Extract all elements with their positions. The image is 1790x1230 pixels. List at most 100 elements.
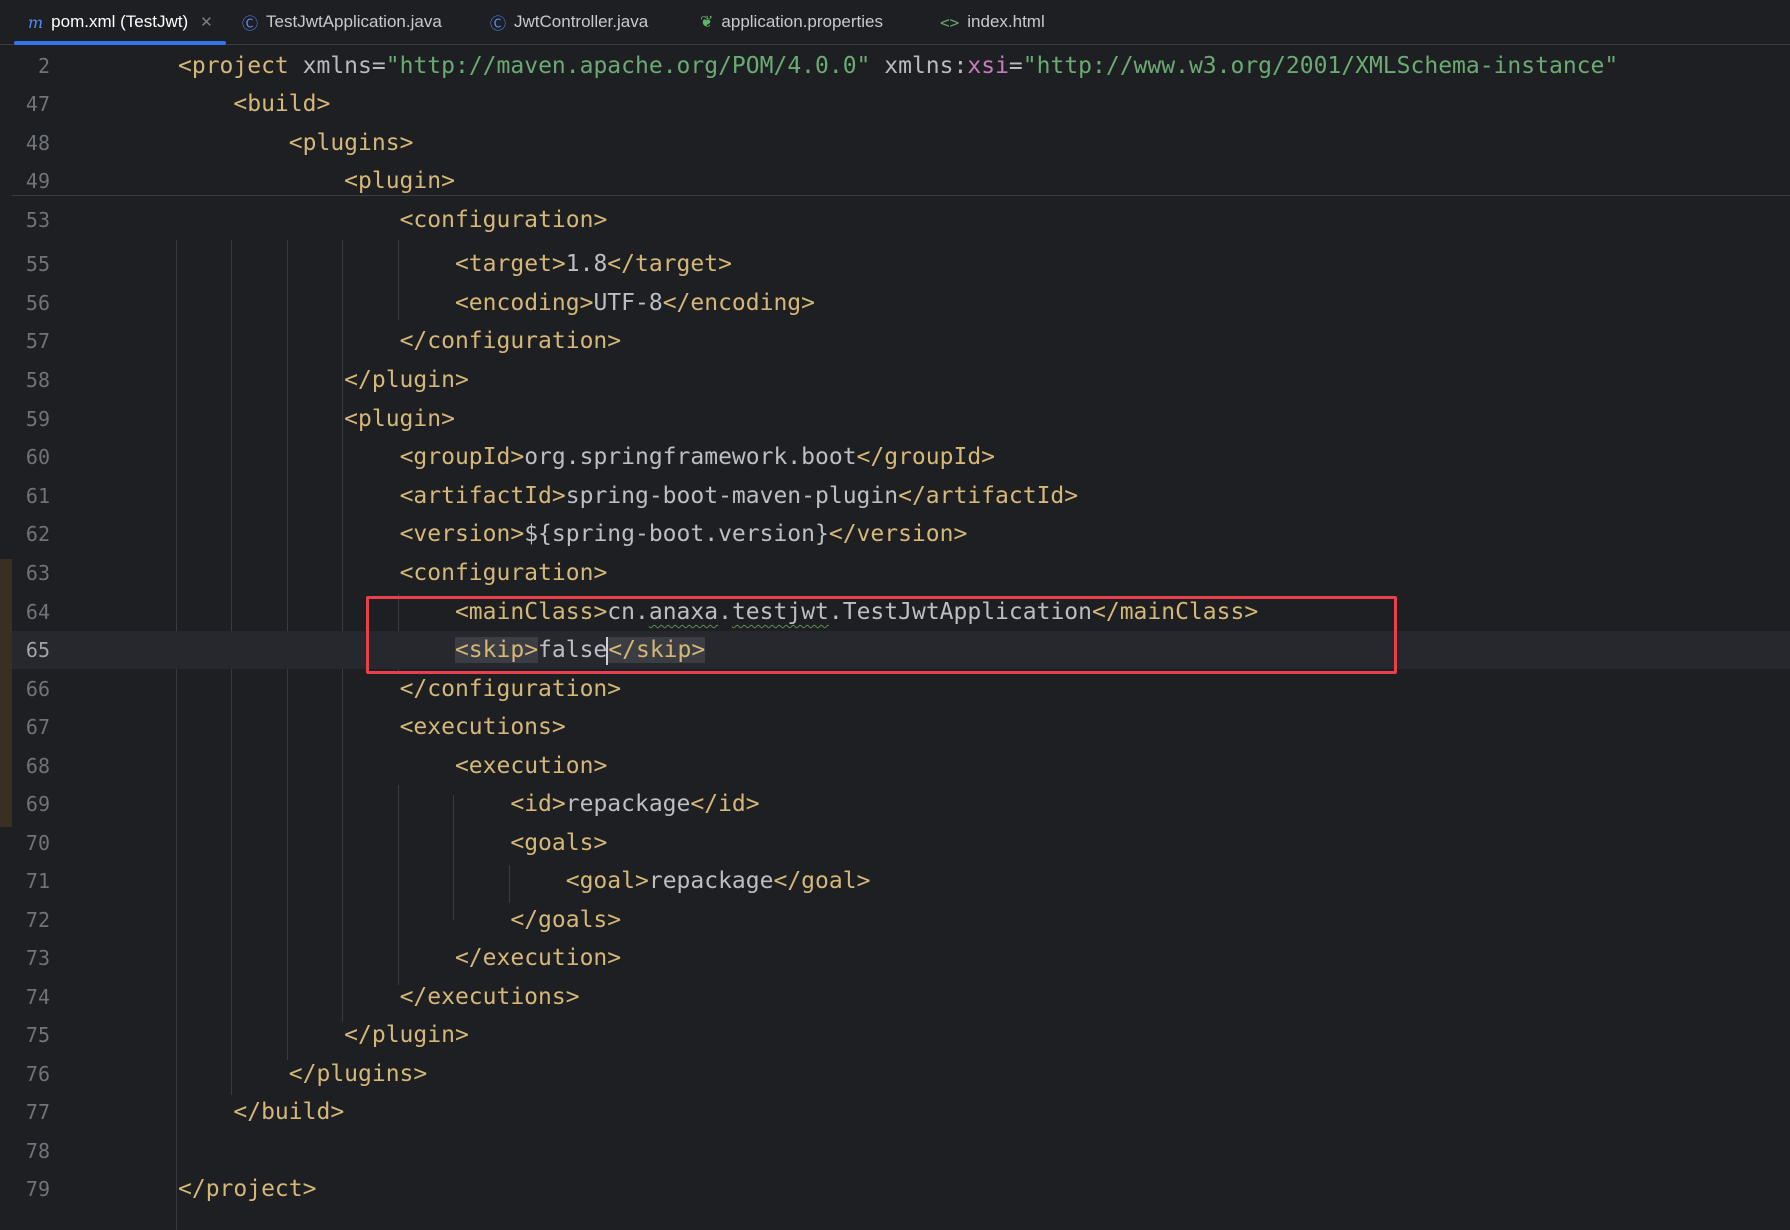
class-c-icon: Ⓒ — [490, 16, 507, 33]
html-tag-icon: <> — [940, 12, 960, 32]
code-line[interactable]: 71 <goal>repackage</goal> — [12, 862, 1790, 900]
code-text: <version>${spring-boot.version}</version… — [399, 521, 968, 547]
tab-pom-xml[interactable]: m pom.xml (TestJwt) ✕ — [28, 0, 213, 44]
line-number: 48 — [25, 131, 50, 155]
vcs-change-marker — [0, 559, 12, 827]
code-line[interactable]: 67 <executions> — [12, 708, 1790, 746]
code-line[interactable]: 56 <encoding>UTF-8</encoding> — [12, 284, 1790, 322]
code-text: <plugin> — [344, 168, 455, 194]
tab-testjwtapplication-java[interactable]: Ⓒ TestJwtApplication.java — [242, 0, 442, 44]
spring-class-icon: Ⓒ — [242, 16, 259, 33]
tab-jwtcontroller-java[interactable]: Ⓒ JwtController.java — [490, 0, 648, 44]
code-text: </plugin> — [344, 367, 469, 393]
line-number: 2 — [37, 54, 50, 78]
code-text: </plugin> — [344, 1022, 469, 1048]
code-text: <id>repackage</id> — [510, 791, 760, 817]
code-text: <plugin> — [344, 406, 455, 432]
code-text: <artifactId>spring-boot-maven-plugin</ar… — [399, 483, 1079, 509]
tab-label: JwtController.java — [514, 12, 649, 31]
code-line[interactable]: 55 <target>1.8</target> — [12, 245, 1790, 283]
line-number: 74 — [25, 985, 50, 1009]
code-text: <project xmlns="http://maven.apache.org/… — [178, 53, 1619, 79]
code-line[interactable]: 74 </executions> — [12, 978, 1790, 1016]
code-text: <target>1.8</target> — [454, 251, 732, 277]
code-text: </goals> — [510, 907, 622, 933]
code-text: </executions> — [399, 984, 580, 1010]
tab-label: pom.xml (TestJwt) — [51, 12, 189, 31]
line-number: 75 — [25, 1023, 50, 1047]
line-number: 76 — [25, 1062, 50, 1086]
code-text: <configuration> — [399, 560, 608, 586]
line-number: 66 — [25, 677, 50, 701]
tab-label: application.properties — [721, 12, 884, 31]
line-number: 57 — [25, 329, 50, 353]
line-number: 65 — [25, 638, 50, 662]
code-text: <build> — [233, 91, 331, 117]
line-number: 69 — [25, 792, 50, 816]
code-line[interactable]: 47 <build> — [12, 85, 1790, 123]
code-line[interactable]: 78 — [12, 1132, 1790, 1170]
code-line[interactable]: 58 </plugin> — [12, 361, 1790, 399]
line-number: 78 — [25, 1139, 50, 1163]
code-line[interactable]: 65 <skip>false</skip> — [12, 631, 1790, 669]
line-number: 64 — [25, 600, 50, 624]
code-line[interactable]: 62 <version>${spring-boot.version}</vers… — [12, 515, 1790, 553]
code-line[interactable]: 53 <configuration> — [12, 201, 1790, 239]
code-line[interactable]: 70 <goals> — [12, 824, 1790, 862]
code-line[interactable]: 61 <artifactId>spring-boot-maven-plugin<… — [12, 477, 1790, 515]
code-text: <executions> — [399, 714, 566, 740]
line-number: 53 — [25, 208, 50, 232]
code-line[interactable]: 60 <groupId>org.springframework.boot</gr… — [12, 438, 1790, 476]
line-number: 62 — [25, 522, 50, 546]
tab-label: index.html — [967, 12, 1045, 31]
code-text: <plugins> — [288, 130, 414, 156]
code-text: <groupId>org.springframework.boot</group… — [399, 444, 996, 470]
line-number: 55 — [25, 252, 50, 276]
line-number: 71 — [25, 869, 50, 893]
code-text: <goal>repackage</goal> — [565, 868, 871, 894]
spring-leaf-icon: ❦ — [700, 14, 714, 31]
line-number: 56 — [25, 291, 50, 315]
code-line[interactable]: 59 <plugin> — [12, 400, 1790, 438]
code-line[interactable]: 72 </goals> — [12, 901, 1790, 939]
code-line[interactable]: 68 <execution> — [12, 747, 1790, 785]
code-line[interactable]: 69 <id>repackage</id> — [12, 785, 1790, 823]
code-text: <mainClass>cn.anaxa.testjwt.TestJwtAppli… — [454, 599, 1259, 625]
code-line[interactable]: 57 </configuration> — [12, 322, 1790, 360]
code-line[interactable]: 73 </execution> — [12, 939, 1790, 977]
maven-m-icon: m — [28, 12, 44, 32]
code-line[interactable]: 77 </build> — [12, 1093, 1790, 1131]
code-line[interactable]: 66 </configuration> — [12, 670, 1790, 708]
code-line[interactable]: 79 </project> — [12, 1170, 1790, 1208]
code-line[interactable]: 64 <mainClass>cn.anaxa.testjwt.TestJwtAp… — [12, 593, 1790, 631]
line-number: 70 — [25, 831, 50, 855]
code-text: </plugins> — [288, 1061, 428, 1087]
tab-index-html[interactable]: <> index.html — [940, 0, 1045, 44]
line-number: 63 — [25, 561, 50, 585]
tab-application-properties[interactable]: ❦ application.properties — [700, 0, 883, 44]
code-text: </configuration> — [399, 328, 622, 354]
line-number: 68 — [25, 754, 50, 778]
code-line[interactable]: 76 </plugins> — [12, 1055, 1790, 1093]
code-line[interactable]: 63 <configuration> — [12, 554, 1790, 592]
line-number: 58 — [25, 368, 50, 392]
code-text: <configuration> — [399, 207, 608, 233]
code-text: </configuration> — [399, 676, 622, 702]
code-line[interactable]: 75 </plugin> — [12, 1016, 1790, 1054]
code-line[interactable]: 49 <plugin> — [12, 162, 1790, 200]
line-number: 60 — [25, 445, 50, 469]
code-text: </execution> — [454, 945, 622, 971]
close-icon[interactable]: ✕ — [200, 13, 213, 31]
line-number: 61 — [25, 484, 50, 508]
code-line[interactable]: 48 <plugins> — [12, 124, 1790, 162]
code-text: <execution> — [454, 753, 608, 779]
line-number: 77 — [25, 1100, 50, 1124]
line-number: 72 — [25, 908, 50, 932]
editor-tab-bar: m pom.xml (TestJwt) ✕ Ⓒ TestJwtApplicati… — [0, 0, 1790, 45]
line-number: 47 — [25, 92, 50, 116]
active-tab-indicator — [14, 41, 226, 45]
line-number: 73 — [25, 946, 50, 970]
line-number: 59 — [25, 407, 50, 431]
code-line[interactable]: 2 <project xmlns="http://maven.apache.org… — [12, 47, 1790, 85]
code-text: </project> — [178, 1176, 317, 1202]
